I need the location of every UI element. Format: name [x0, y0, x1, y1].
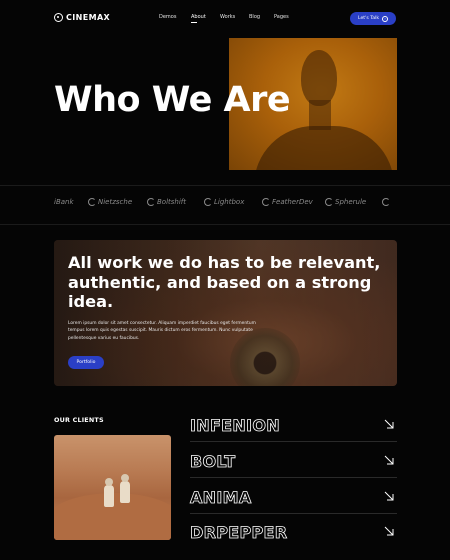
statement-title: All work we do has to be relevant, authe…: [68, 253, 381, 312]
nav-item-pages[interactable]: Pages: [274, 14, 289, 20]
hero-title: Who We Are: [54, 80, 291, 120]
brand-logo-spherule: Spherule: [325, 198, 366, 206]
client-row-bolt[interactable]: BOLT: [190, 443, 397, 478]
lightbox-logo-icon: [204, 198, 212, 206]
partial-logo-icon: [382, 198, 390, 206]
spherule-logo-icon: [325, 198, 333, 206]
featherdev-logo-icon: [262, 198, 270, 206]
brand-logo-partial: [382, 198, 390, 206]
client-name: ANIMA: [190, 488, 252, 508]
brand-label: Spherule: [335, 198, 367, 206]
section-divider: [0, 224, 450, 225]
brand-logo-boltshift: Boltshift: [147, 198, 186, 206]
client-row-anima[interactable]: ANIMA: [190, 479, 397, 514]
brand-label: FeatherDev: [272, 198, 313, 206]
portfolio-button[interactable]: Portfolio: [68, 356, 104, 369]
nav-item-about[interactable]: About: [191, 14, 206, 23]
nav-item-demos[interactable]: Demos: [159, 14, 176, 20]
brand-logo-nietzsche: Nietzsche: [88, 198, 132, 206]
statement-card: All work we do has to be relevant, authe…: [54, 240, 397, 386]
boltshift-logo-icon: [147, 198, 155, 206]
arrow-down-right-icon: [384, 491, 394, 501]
astronaut-figure: [104, 478, 114, 507]
brand-label: Lightbox: [214, 198, 245, 206]
portfolio-button-label: Portfolio: [76, 360, 96, 365]
portrait-head-shape: [301, 50, 337, 106]
portrait-shoulders-shape: [254, 126, 394, 170]
client-row-drpepper[interactable]: DRPEPPER: [190, 514, 397, 549]
arrow-down-right-icon: [384, 419, 394, 429]
client-name: DRPEPPER: [190, 523, 288, 543]
statement-body: Lorem ipsum dolor sit amet consectetur. …: [68, 321, 256, 341]
active-nav-underline: [191, 22, 197, 23]
clients-astronaut-image: [54, 435, 171, 540]
section-divider: [0, 185, 450, 186]
clients-heading: OUR CLIENTS: [54, 416, 104, 424]
nietzsche-logo-icon: [88, 198, 96, 206]
brand-logos-strip: iBank Nietzsche Boltshift Lightbox Feath…: [0, 198, 450, 214]
arrow-down-right-icon: [384, 526, 394, 536]
brand-label: Nietzsche: [98, 198, 133, 206]
brand-logo-lightbox: Lightbox: [204, 198, 244, 206]
nav-item-label: About: [191, 14, 206, 20]
brand-label: Boltshift: [157, 198, 187, 206]
brand-logo-featherdev: FeatherDev: [262, 198, 313, 206]
arrow-right-icon: ›: [382, 15, 389, 22]
lets-talk-button[interactable]: Let's Talk ›: [350, 12, 396, 25]
astronaut-figure: [120, 474, 130, 503]
brand-label: iBank: [54, 198, 74, 206]
client-name: INFENION: [190, 416, 280, 436]
nav-item-blog[interactable]: Blog: [249, 14, 260, 20]
arrow-down-right-icon: [384, 455, 394, 465]
client-row-infenion[interactable]: INFENION: [190, 407, 397, 442]
lets-talk-label: Let's Talk: [357, 16, 380, 21]
brand-logo-ibank: iBank: [54, 198, 74, 206]
nav-item-works[interactable]: Works: [220, 14, 235, 20]
site-header: CINEMAX Demos About Works Blog Pages Let…: [0, 0, 450, 36]
client-name: BOLT: [190, 452, 236, 472]
